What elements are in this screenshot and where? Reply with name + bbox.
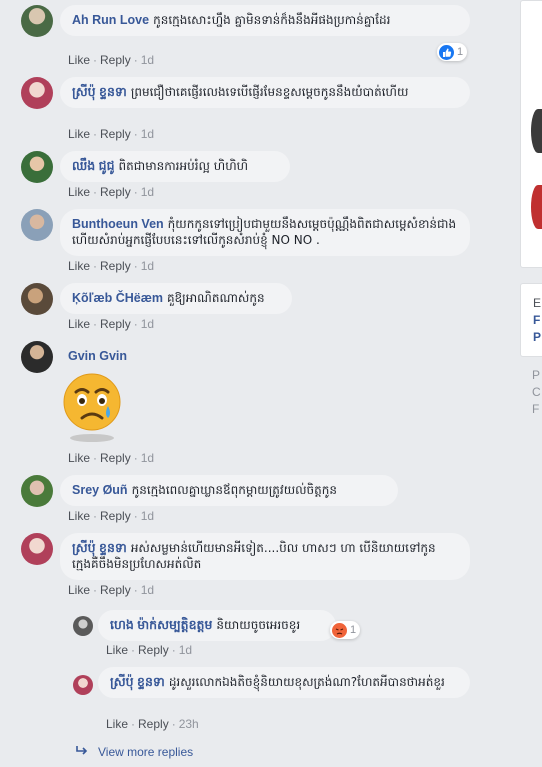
comment-time[interactable]: 1d: [141, 583, 154, 597]
sidebar-link[interactable]: F: [533, 313, 540, 327]
comment-author-block: Gvin Gvin: [68, 349, 131, 363]
like-link[interactable]: Like: [68, 583, 90, 597]
comment-author[interactable]: Srey Øuñ: [72, 483, 128, 497]
avatar[interactable]: [21, 5, 53, 37]
reply-text: ដូរសួរលោកឯងតិចខ្ញុំនិយាយខុសត្រង់ណា?ហែតអី…: [168, 675, 445, 689]
comment-author[interactable]: Ķõľæb ČHëæm: [72, 291, 163, 305]
comment-actions: Like · Reply · 1d: [68, 53, 155, 67]
reply-link[interactable]: Reply: [100, 451, 131, 465]
reply-author[interactable]: ស្រីប៉ុ ខ្ទនទា: [110, 675, 165, 689]
comment-author[interactable]: ស្រីប៉ុ ខ្ទនទា: [72, 85, 127, 99]
comment-actions: Like · Reply · 1d: [68, 583, 155, 597]
reply-link[interactable]: Reply: [100, 583, 131, 597]
comment-bubble: Ķõľæb ČHëæm គួឱ្យអាណិតណាស់កូន: [60, 283, 292, 314]
comment-text: កូនក្មេងសោះហ្នឹង គ្នាមិនទាន់ក៏ងនឹងអីផងប្…: [153, 13, 391, 27]
like-link[interactable]: Like: [106, 643, 128, 657]
avatar[interactable]: [21, 341, 53, 373]
sidebar-card: [520, 0, 542, 268]
comment-text: គួឱ្យអាណិតណាស់កូន: [166, 291, 265, 305]
comment-bubble: ស្រីប៉ុ ខ្ទនទា អស់សម្លមាន់ហើយមានអីទៀត....…: [60, 533, 470, 580]
like-link[interactable]: Like: [68, 259, 90, 273]
avatar[interactable]: [21, 533, 53, 565]
reply-link[interactable]: Reply: [100, 317, 131, 331]
reply-time[interactable]: 23h: [179, 717, 199, 731]
reply-bubble: ហេង ម៉ាក់សម្បត្តិឧត្តម និយាយចូចអេរចខូរ: [98, 610, 336, 641]
sidebar-footer-text[interactable]: F: [532, 402, 539, 416]
sidebar-footer-text[interactable]: P: [532, 368, 540, 382]
like-link[interactable]: Like: [68, 185, 90, 199]
comment-author[interactable]: Bunthoeun Ven: [72, 217, 164, 231]
view-more-replies-link[interactable]: View more replies: [76, 745, 193, 759]
comment-bubble: Bunthoeun Ven កុំយកកូនទៅប្រៀបជាមួយនឹងសម្ត…: [60, 209, 470, 256]
comment-time[interactable]: 1d: [141, 127, 154, 141]
avatar[interactable]: [21, 283, 53, 315]
comment-author[interactable]: ឈឹង ជូជូ: [72, 159, 115, 173]
right-sidebar: E F P P C F: [520, 0, 542, 767]
reply-link[interactable]: Reply: [138, 643, 169, 657]
comment-bubble: ឈឹង ជូជូ ពិតជាមានការអប់រំល្អ ហិហិហិ: [60, 151, 290, 182]
reply-link[interactable]: Reply: [100, 509, 131, 523]
comment-time[interactable]: 1d: [141, 451, 154, 465]
reaction-count-text: 1: [350, 624, 357, 636]
like-link[interactable]: Like: [68, 317, 90, 331]
comment-time[interactable]: 1d: [141, 53, 154, 67]
comment-time[interactable]: 1d: [141, 259, 154, 273]
comment-actions: Like · Reply · 1d: [68, 451, 155, 465]
comment-time[interactable]: 1d: [141, 185, 154, 199]
comment-actions: Like · Reply · 1d: [68, 259, 155, 273]
reply-link[interactable]: Reply: [100, 185, 131, 199]
avatar[interactable]: [21, 151, 53, 183]
reply-actions: Like · Reply · 23h: [106, 717, 199, 731]
view-more-replies-label: View more replies: [98, 745, 194, 759]
sticker-sad-face[interactable]: [62, 370, 122, 446]
reply-time[interactable]: 1d: [179, 643, 192, 657]
comment-bubble: Srey Øuñ កូនក្មេងពេលគ្នាឃ្លានឪពុកម្តាយត្រ…: [60, 475, 398, 506]
avatar[interactable]: [21, 475, 53, 507]
reaction-count-text: 1: [457, 46, 464, 58]
comment-author[interactable]: ស្រីប៉ុ ខ្ទនទា: [72, 541, 127, 555]
sidebar-link[interactable]: P: [533, 330, 541, 344]
avatar[interactable]: [21, 77, 53, 109]
comment-actions: Like · Reply · 1d: [68, 127, 155, 141]
reply-author[interactable]: ហេង ម៉ាក់សម្បត្តិឧត្តម: [110, 618, 212, 632]
sidebar-footer-text[interactable]: C: [532, 385, 541, 399]
comment-actions: Like · Reply · 1d: [68, 509, 155, 523]
reply-link[interactable]: Reply: [100, 127, 131, 141]
avatar[interactable]: [73, 616, 93, 636]
like-reaction-icon: [439, 44, 454, 60]
sidebar-text: E: [533, 296, 542, 310]
avatar[interactable]: [73, 675, 93, 695]
comments-feed: Ah Run Love កូនក្មេងសោះហ្នឹង គ្នាមិនទាន់ក…: [0, 0, 512, 767]
comment-author[interactable]: Gvin Gvin: [68, 349, 127, 363]
avatar[interactable]: [21, 209, 53, 241]
comment-text: កូនក្មេងពេលគ្នាឃ្លានឪពុកម្តាយត្រូវយល់ចិត…: [131, 483, 338, 497]
angry-reaction-icon: [332, 622, 347, 638]
comment-actions: Like · Reply · 1d: [68, 317, 155, 331]
like-link[interactable]: Like: [106, 717, 128, 731]
comment-text: ព្រមជឿថាគេផ្ញើរលេងទេបើផ្ញើរមែនខ្ទសម្តេចក…: [130, 85, 409, 99]
reply-bubble: ស្រីប៉ុ ខ្ទនទា ដូរសួរលោកឯងតិចខ្ញុំនិយាយខុ…: [98, 667, 470, 698]
reaction-count[interactable]: 1: [330, 621, 361, 639]
comment-text: ពិតជាមានការអប់រំល្អ ហិហិហិ: [118, 159, 249, 173]
like-link[interactable]: Like: [68, 127, 90, 141]
like-link[interactable]: Like: [68, 53, 90, 67]
reply-arrow-icon: [76, 745, 92, 759]
reply-link[interactable]: Reply: [138, 717, 169, 731]
comment-time[interactable]: 1d: [141, 317, 154, 331]
reaction-count[interactable]: 1: [437, 43, 468, 61]
sidebar-thumb[interactable]: [531, 109, 542, 153]
reply-link[interactable]: Reply: [100, 259, 131, 273]
like-link[interactable]: Like: [68, 451, 90, 465]
comment-actions: Like · Reply · 1d: [68, 185, 155, 199]
comment-time[interactable]: 1d: [141, 509, 154, 523]
reply-text: និយាយចូចអេរចខូរ: [216, 618, 301, 632]
reply-link[interactable]: Reply: [100, 53, 131, 67]
comment-author[interactable]: Ah Run Love: [72, 13, 149, 27]
comment-bubble: Ah Run Love កូនក្មេងសោះហ្នឹង គ្នាមិនទាន់ក…: [60, 5, 470, 36]
comment-bubble: ស្រីប៉ុ ខ្ទនទា ព្រមជឿថាគេផ្ញើរលេងទេបើផ្ញើ…: [60, 77, 470, 108]
sidebar-card: E F P: [520, 283, 542, 357]
like-link[interactable]: Like: [68, 509, 90, 523]
reply-actions: Like · Reply · 1d: [106, 643, 193, 657]
sidebar-thumb[interactable]: [531, 185, 542, 229]
